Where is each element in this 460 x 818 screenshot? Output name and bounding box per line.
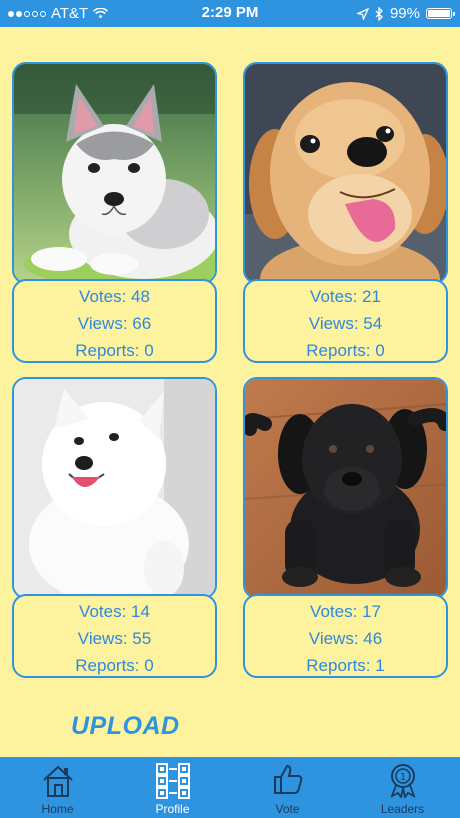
dog-stats-1: Votes: 48 Views: 66 Reports: 0	[12, 279, 217, 363]
medal-icon: 1	[389, 764, 416, 798]
dog-stats-3: Votes: 14 Views: 55 Reports: 0	[12, 594, 217, 678]
votes-count: Votes: 48	[79, 287, 150, 306]
reports-count: Reports: 0	[75, 656, 154, 675]
reports-count: Reports: 1	[306, 656, 385, 675]
views-count: Views: 54	[308, 314, 383, 333]
bluetooth-icon	[375, 6, 383, 21]
votes-count: Votes: 17	[310, 602, 381, 621]
tab-label: Leaders	[380, 802, 425, 816]
views-count: Views: 46	[308, 629, 383, 648]
views-count: Views: 55	[77, 629, 152, 648]
dog-stats-2: Votes: 21 Views: 54 Reports: 0	[243, 279, 448, 363]
dog-photo-golden[interactable]	[243, 62, 448, 284]
house-icon	[42, 765, 73, 797]
tab-label: Vote	[275, 802, 300, 816]
tab-vote[interactable]: Vote	[230, 757, 345, 818]
battery-icon	[426, 8, 455, 19]
location-arrow-icon	[356, 7, 369, 20]
status-right: 99%	[356, 5, 455, 22]
qr-grid-icon	[155, 763, 190, 799]
tab-leaders[interactable]: 1 Leaders	[345, 757, 460, 818]
votes-count: Votes: 21	[310, 287, 381, 306]
tab-label: Profile	[155, 802, 190, 816]
tab-profile[interactable]: Profile	[115, 757, 230, 818]
reports-count: Reports: 0	[75, 341, 154, 360]
battery-percent: 99%	[389, 5, 420, 22]
votes-count: Votes: 14	[79, 602, 150, 621]
tab-label: Home	[41, 802, 74, 816]
dog-photo-samoyed[interactable]	[12, 377, 217, 599]
dog-photo-black-lab[interactable]	[243, 377, 448, 599]
status-bar: AT&T 2:29 PM 99%	[0, 0, 460, 27]
tab-home[interactable]: Home	[0, 757, 115, 818]
tab-bar: Home Profile Vote 1 Leaders	[0, 757, 460, 818]
upload-button[interactable]: UPLOAD	[71, 712, 180, 741]
dog-stats-4: Votes: 17 Views: 46 Reports: 1	[243, 594, 448, 678]
reports-count: Reports: 0	[306, 341, 385, 360]
views-count: Views: 66	[77, 314, 152, 333]
dog-photo-husky[interactable]	[12, 62, 217, 284]
thumbs-up-icon	[273, 764, 302, 794]
svg-text:1: 1	[399, 772, 405, 783]
